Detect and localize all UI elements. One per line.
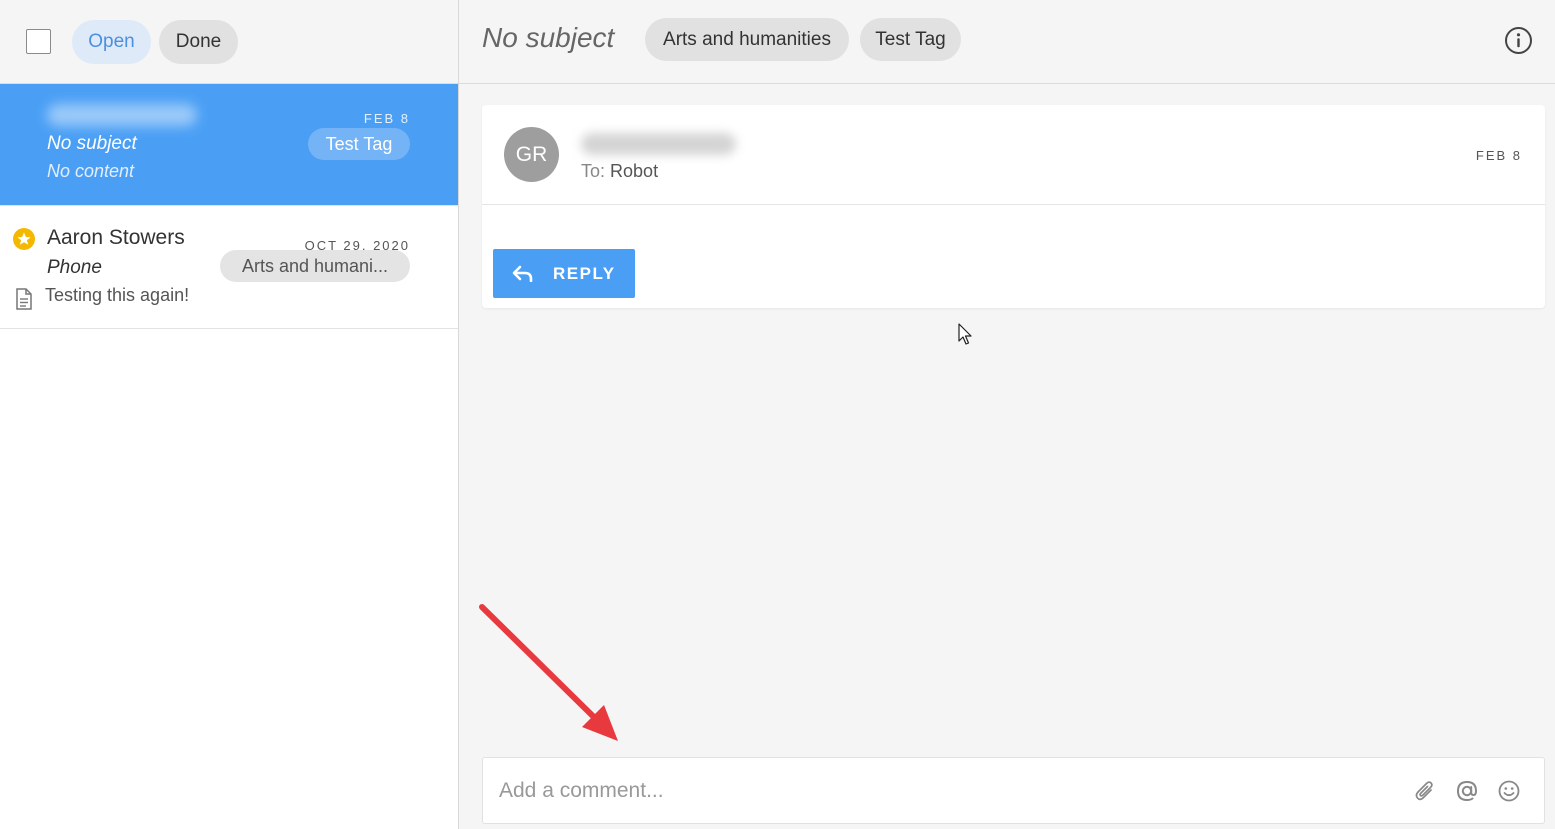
message-header: GR To: Robot FEB 8 <box>482 105 1545 205</box>
message-card: GR To: Robot FEB 8 REPLY <box>482 105 1545 308</box>
annotation-arrow-icon <box>470 595 630 755</box>
recipient-name: Robot <box>610 161 659 181</box>
filter-open-button[interactable]: Open <box>72 19 151 64</box>
message-date: FEB 8 <box>1475 148 1522 163</box>
reply-arrow-icon <box>512 265 533 282</box>
select-all-checkbox[interactable] <box>26 29 51 54</box>
star-icon[interactable] <box>13 228 35 255</box>
to-label: To: <box>581 161 606 181</box>
conversation-preview: Testing this again! <box>45 285 190 305</box>
header-tag[interactable]: Arts and humanities <box>645 18 849 61</box>
avatar: GR <box>504 127 559 182</box>
document-icon <box>15 288 33 315</box>
conversation-title[interactable]: No subject <box>482 22 614 54</box>
emoji-icon[interactable] <box>1497 779 1521 808</box>
reply-label: REPLY <box>553 263 616 283</box>
recipient-line: To: Robot <box>581 161 658 182</box>
conversation-tag[interactable]: Arts and humani... <box>220 250 410 282</box>
mouse-cursor-icon <box>958 323 974 352</box>
conversation-tag[interactable]: Test Tag <box>308 128 410 160</box>
conversation-subject: Phone <box>47 257 102 278</box>
conversation-preview: No content <box>47 161 135 181</box>
mention-icon[interactable] <box>1455 779 1479 808</box>
conversation-sender: Aaron Stowers <box>47 226 185 249</box>
sender-name-redacted <box>47 104 197 126</box>
conversation-list-panel: Open Done FEB 8 No subject Test Tag No c… <box>0 0 459 829</box>
conversation-item[interactable]: Aaron Stowers OCT 29, 2020 Phone Arts an… <box>0 206 458 329</box>
comment-input[interactable] <box>499 758 1379 823</box>
sender-name-redacted <box>581 133 736 155</box>
conversation-header: No subject Arts and humanities Test Tag <box>459 0 1555 84</box>
filter-done-button[interactable]: Done <box>159 19 238 64</box>
header-tag[interactable]: Test Tag <box>860 18 961 61</box>
list-toolbar: Open Done <box>0 0 458 84</box>
conversation-subject: No subject <box>47 133 137 154</box>
conversation-date: FEB 8 <box>363 111 410 126</box>
attachment-icon[interactable] <box>1414 779 1436 808</box>
conversation-item-selected[interactable]: FEB 8 No subject Test Tag No content <box>0 84 458 206</box>
info-icon[interactable] <box>1504 26 1533 60</box>
comment-box <box>482 757 1545 824</box>
reply-button[interactable]: REPLY <box>493 249 635 298</box>
